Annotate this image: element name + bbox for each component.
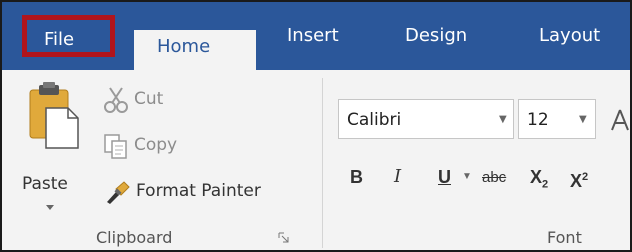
superscript-digit: 2 bbox=[582, 171, 589, 183]
chevron-down-icon: ▼ bbox=[499, 114, 507, 125]
font-size-grow-icon[interactable] bbox=[610, 108, 630, 132]
copy-icon bbox=[104, 134, 127, 159]
format-painter-button[interactable]: Format Painter bbox=[102, 176, 302, 206]
tab-home[interactable]: Home bbox=[134, 30, 256, 70]
group-divider bbox=[322, 78, 323, 248]
font-group-label: Font bbox=[547, 228, 582, 247]
strikethrough-button[interactable]: abc bbox=[482, 167, 506, 189]
ribbon-body: Paste Cut Copy Format Painter Clipboard … bbox=[2, 70, 630, 250]
word-ribbon-window: File Home Insert Design Layout Paste Cut… bbox=[0, 0, 632, 252]
subscript-button[interactable]: X2 bbox=[530, 166, 548, 196]
underline-button[interactable]: U bbox=[438, 166, 451, 188]
subscript-digit: 2 bbox=[542, 178, 549, 191]
paste-button[interactable]: Paste bbox=[16, 80, 90, 210]
copy-label: Copy bbox=[134, 135, 178, 155]
italic-button[interactable]: I bbox=[394, 166, 401, 188]
tab-home-label: Home bbox=[157, 36, 211, 57]
cut-icon bbox=[104, 87, 128, 113]
font-size-value: 12 bbox=[527, 110, 549, 130]
chevron-down-icon: ▼ bbox=[579, 114, 587, 125]
tab-file-label: File bbox=[44, 29, 75, 50]
tab-file[interactable]: File bbox=[22, 15, 115, 57]
paste-icon bbox=[29, 82, 79, 149]
format-painter-label: Format Painter bbox=[136, 181, 261, 201]
cut-label: Cut bbox=[134, 89, 164, 109]
copy-button[interactable]: Copy bbox=[102, 130, 212, 160]
clipboard-group-label: Clipboard bbox=[96, 228, 173, 247]
tab-insert[interactable]: Insert bbox=[287, 24, 339, 48]
font-name-value: Calibri bbox=[347, 110, 402, 130]
superscript-x: X bbox=[570, 171, 583, 191]
paste-label: Paste bbox=[22, 174, 68, 194]
tab-layout[interactable]: Layout bbox=[539, 24, 600, 48]
tab-design[interactable]: Design bbox=[405, 24, 467, 48]
dialog-launcher-icon[interactable] bbox=[278, 232, 290, 244]
bold-button[interactable]: B bbox=[350, 166, 363, 188]
font-name-dropdown[interactable]: Calibri ▼ bbox=[338, 99, 514, 139]
subscript-x: X bbox=[530, 167, 543, 187]
chevron-down-icon bbox=[46, 205, 54, 210]
cut-button[interactable]: Cut bbox=[102, 84, 212, 114]
font-size-dropdown[interactable]: 12 ▼ bbox=[518, 99, 596, 139]
chevron-down-icon[interactable]: ▼ bbox=[462, 171, 472, 182]
ribbon-tab-bar: File Home Insert Design Layout bbox=[2, 2, 630, 70]
format-painter-icon bbox=[107, 181, 130, 204]
superscript-button[interactable]: X2 bbox=[570, 166, 588, 192]
